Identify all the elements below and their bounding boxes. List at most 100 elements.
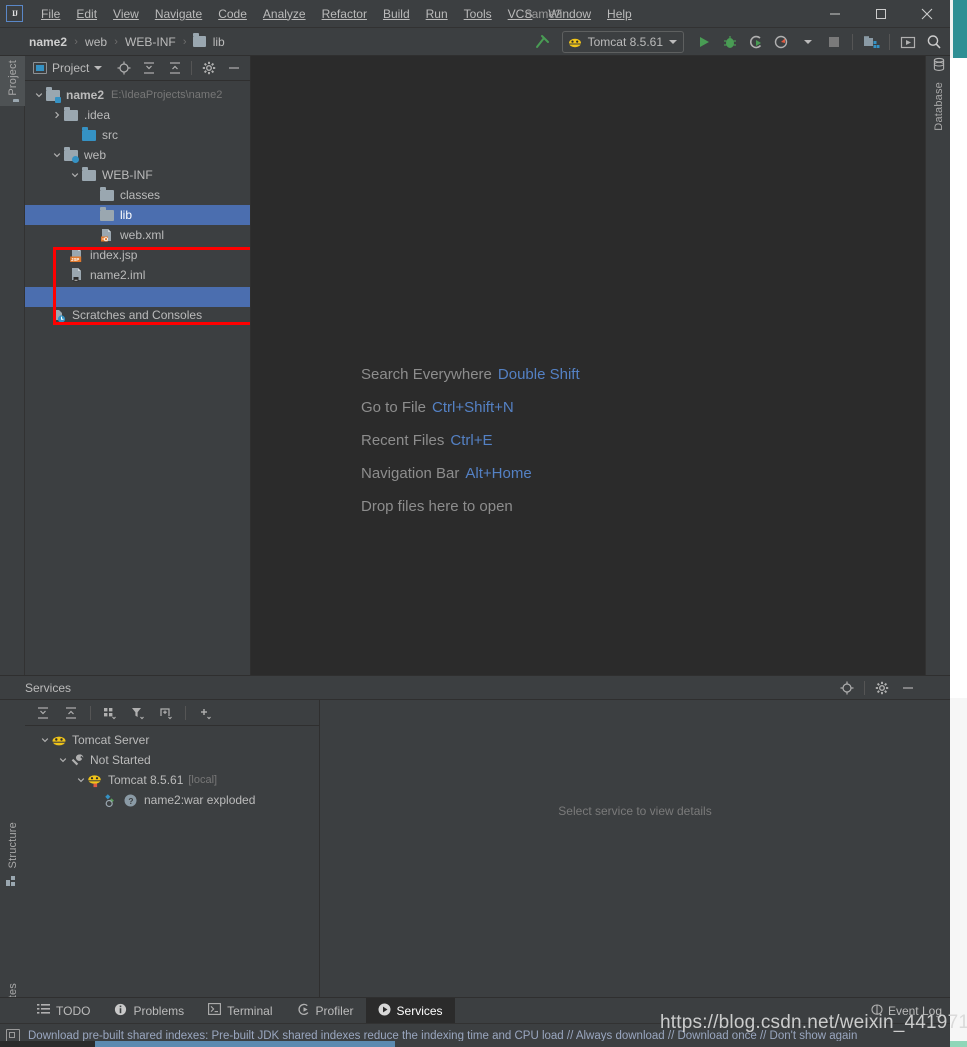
toolbar-divider bbox=[852, 34, 853, 50]
services-empty-placeholder: Select service to view details bbox=[558, 804, 711, 818]
menu-item-help[interactable]: Help bbox=[599, 3, 640, 25]
menu-label-edit: Edit bbox=[76, 7, 97, 21]
event-log-button[interactable]: Event Log bbox=[871, 1004, 942, 1019]
folder-icon bbox=[81, 167, 97, 183]
chevron-right-icon[interactable] bbox=[51, 111, 63, 119]
settings-gear-icon[interactable] bbox=[870, 676, 894, 700]
menu-item-view[interactable]: View bbox=[105, 3, 147, 25]
menu-item-run[interactable]: Run bbox=[418, 3, 456, 25]
menu-item-build[interactable]: Build bbox=[375, 3, 418, 25]
run-configuration-selector[interactable]: Tomcat 8.5.61 bbox=[562, 31, 684, 53]
services-tree[interactable]: Tomcat Server Not Started bbox=[25, 726, 319, 997]
filter-icon[interactable] bbox=[126, 701, 150, 725]
locate-icon[interactable] bbox=[835, 676, 859, 700]
services-detail-pane: Select service to view details bbox=[320, 700, 950, 997]
tree-row[interactable]: classes bbox=[25, 185, 250, 205]
settings-gear-icon[interactable] bbox=[197, 56, 220, 80]
tomcat-icon bbox=[87, 772, 103, 788]
maximize-icon[interactable] bbox=[858, 0, 904, 28]
menu-item-file[interactable]: File bbox=[33, 3, 68, 25]
tree-row[interactable]: name2.iml bbox=[25, 265, 250, 285]
status-message[interactable]: Download pre-built shared indexes: Pre-b… bbox=[28, 1030, 857, 1042]
hint-shortcut-label: Ctrl+E bbox=[450, 432, 492, 449]
menu-item-analyze[interactable]: Analyze bbox=[255, 3, 314, 25]
tab-todo[interactable]: TODO bbox=[25, 998, 102, 1023]
tree-row-selected[interactable]: lib bbox=[25, 205, 250, 225]
breadcrumb-item-web[interactable]: web bbox=[82, 33, 110, 51]
group-by-icon[interactable] bbox=[98, 701, 122, 725]
tree-row[interactable]: JSP index.jsp bbox=[25, 245, 250, 265]
project-tree[interactable]: name2 E:\IdeaProjects\name2 .idea src bbox=[25, 81, 250, 675]
profiler-icon[interactable] bbox=[770, 30, 794, 54]
chevron-down-icon[interactable] bbox=[39, 736, 51, 744]
stop-icon[interactable] bbox=[822, 30, 846, 54]
services-tree-row[interactable]: ? name2:war exploded bbox=[25, 790, 319, 810]
breadcrumb-separator-icon: › bbox=[110, 36, 122, 48]
menu-item-refactor[interactable]: Refactor bbox=[314, 3, 375, 25]
services-tree-row[interactable]: Tomcat Server bbox=[25, 730, 319, 750]
menu-label-help: Help bbox=[607, 7, 632, 21]
menu-item-code[interactable]: Code bbox=[210, 3, 255, 25]
menu-item-edit[interactable]: Edit bbox=[68, 3, 105, 25]
run-with-coverage-icon[interactable] bbox=[744, 30, 768, 54]
expand-all-icon[interactable] bbox=[138, 56, 161, 80]
toolbar-divider bbox=[185, 706, 186, 720]
navigation-bar: name2 › web › WEB-INF › lib Tomcat 8.5.6… bbox=[0, 28, 950, 56]
close-icon[interactable] bbox=[904, 0, 950, 28]
collapse-all-icon[interactable] bbox=[163, 56, 186, 80]
tab-profiler[interactable]: Profiler bbox=[285, 998, 366, 1023]
add-tab-icon[interactable] bbox=[154, 701, 178, 725]
left-tool-window-bar: Project Structure Favorites bbox=[0, 56, 25, 675]
tree-row[interactable]: .idea bbox=[25, 105, 250, 125]
sidebar-item-structure[interactable]: Structure bbox=[0, 818, 25, 894]
breadcrumb-item-webinf[interactable]: WEB-INF bbox=[122, 33, 179, 51]
tab-problems[interactable]: Problems bbox=[102, 998, 196, 1023]
bottom-bar-right: Event Log bbox=[871, 998, 942, 1024]
sidebar-item-project[interactable]: Project bbox=[0, 56, 25, 106]
hide-icon[interactable] bbox=[896, 676, 920, 700]
menu-label-view: View bbox=[113, 7, 139, 21]
minimize-icon[interactable] bbox=[812, 0, 858, 28]
run-icon[interactable] bbox=[692, 30, 716, 54]
logo-text: IJ bbox=[12, 9, 17, 18]
editor-empty-area[interactable]: Search EverywhereDouble Shift Go to File… bbox=[251, 56, 925, 675]
services-body: Tomcat Server Not Started bbox=[0, 700, 950, 997]
hide-icon[interactable] bbox=[223, 56, 246, 80]
tree-row[interactable]: name2 E:\IdeaProjects\name2 bbox=[25, 85, 250, 105]
chevron-down-icon[interactable] bbox=[75, 776, 87, 784]
collapse-all-icon[interactable] bbox=[59, 701, 83, 725]
chevron-down-icon[interactable] bbox=[33, 91, 45, 99]
tree-row[interactable]: < web.xml bbox=[25, 225, 250, 245]
breadcrumb-item-lib[interactable]: lib bbox=[210, 33, 228, 51]
update-application-icon[interactable] bbox=[859, 30, 883, 54]
search-icon[interactable] bbox=[922, 30, 946, 54]
tree-row[interactable]: Scratches and Consoles bbox=[25, 305, 250, 325]
chevron-down-icon[interactable] bbox=[57, 756, 69, 764]
breadcrumb-item-project[interactable]: name2 bbox=[26, 33, 70, 51]
expand-all-icon[interactable] bbox=[31, 701, 55, 725]
project-view-selector[interactable]: Project bbox=[29, 59, 106, 77]
restart-frame-icon[interactable] bbox=[896, 30, 920, 54]
toolbar-divider bbox=[864, 681, 865, 695]
menu-label-refactor: Refactor bbox=[322, 7, 367, 21]
menu-item-tools[interactable]: Tools bbox=[456, 3, 500, 25]
chevron-down-icon[interactable] bbox=[51, 151, 63, 159]
build-hammer-icon[interactable] bbox=[530, 30, 554, 54]
toolbar-divider bbox=[90, 706, 91, 720]
services-tree-row[interactable]: Not Started bbox=[25, 750, 319, 770]
sidebar-item-database[interactable]: Database bbox=[926, 56, 951, 135]
locate-icon[interactable] bbox=[112, 56, 135, 80]
intellij-main-window: IJ File Edit View Navigate Code Analyze … bbox=[0, 0, 950, 1047]
tree-row[interactable]: src bbox=[25, 125, 250, 145]
tree-row[interactable]: web bbox=[25, 145, 250, 165]
tab-terminal[interactable]: Terminal bbox=[196, 998, 284, 1023]
add-icon[interactable] bbox=[193, 701, 217, 725]
debug-icon[interactable] bbox=[718, 30, 742, 54]
services-tree-row[interactable]: Tomcat 8.5.61 [local] bbox=[25, 770, 319, 790]
chevron-down-icon[interactable] bbox=[796, 30, 820, 54]
tab-services[interactable]: Services bbox=[366, 998, 455, 1023]
background-document bbox=[950, 58, 967, 698]
tree-row[interactable]: WEB-INF bbox=[25, 165, 250, 185]
menu-item-navigate[interactable]: Navigate bbox=[147, 3, 210, 25]
chevron-down-icon[interactable] bbox=[69, 171, 81, 179]
